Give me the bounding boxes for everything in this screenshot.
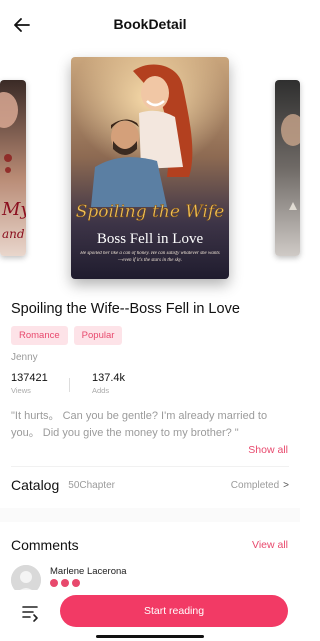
cover-blurb: He spoiled her like a can of honey. He c… <box>80 251 220 263</box>
author-name[interactable]: Jenny <box>11 352 38 363</box>
book-title: Spoiling the Wife--Boss Fell in Love <box>11 301 240 317</box>
divider <box>11 466 289 467</box>
side-cover-left-art: My and <box>0 80 26 256</box>
side-cover-right[interactable] <box>275 80 300 256</box>
tag-romance[interactable]: Romance <box>11 326 68 345</box>
chapter-list-icon <box>22 606 38 622</box>
adds-stat: 137.4k Adds <box>92 372 125 395</box>
catalog-chapter-count: 50Chapter <box>68 479 115 491</box>
catalog-status: Completed <box>230 479 280 491</box>
comment-author-name: Marlene Lacerona <box>50 566 127 577</box>
side-cover-left[interactable]: My and <box>0 80 26 256</box>
chevron-right-icon: > <box>283 479 289 491</box>
book-cover[interactable]: Spoiling the Wife Boss Fell in Love He s… <box>71 57 229 279</box>
star-icon <box>61 579 69 587</box>
cover-title-line2: Boss Fell in Love <box>97 231 204 247</box>
show-all-link[interactable]: Show all <box>248 444 288 456</box>
side-cover-right-art <box>275 80 300 256</box>
home-indicator <box>96 635 204 638</box>
section-gap <box>0 508 300 522</box>
adds-value: 137.4k <box>92 372 126 384</box>
top-bar: BookDetail <box>0 0 300 50</box>
tag-list: Romance Popular <box>11 326 123 345</box>
page-title: BookDetail <box>113 16 187 32</box>
view-all-comments-link[interactable]: View all <box>252 539 288 551</box>
book-description: "It hurts。 Can you be gentle? I'm alread… <box>11 410 268 439</box>
cover-title-line1: Spoiling the Wife <box>76 202 225 222</box>
star-icon <box>72 579 80 587</box>
catalog-row[interactable]: Catalog 50Chapter Completed > <box>11 472 289 498</box>
side-cover-left-text2: and <box>2 227 25 241</box>
catalog-title: Catalog <box>11 477 60 493</box>
star-icon <box>50 579 58 587</box>
cover-carousel[interactable]: My and <box>0 52 300 292</box>
views-value: 137421 <box>11 372 48 384</box>
bottom-action-bar: Start reading <box>0 590 300 641</box>
start-reading-button[interactable]: Start reading <box>60 595 288 627</box>
comments-title: Comments <box>11 537 79 553</box>
chapter-list-button[interactable] <box>20 603 40 623</box>
adds-label: Adds <box>92 386 110 395</box>
side-cover-left-text1: My <box>1 199 26 220</box>
book-cover-art: Spoiling the Wife Boss Fell in Love He s… <box>71 57 229 279</box>
views-stat: 137421 Views <box>11 372 48 395</box>
views-label: Views <box>11 386 31 395</box>
comment-rating <box>50 579 80 587</box>
stat-divider <box>69 378 70 392</box>
tag-popular[interactable]: Popular <box>73 326 123 345</box>
